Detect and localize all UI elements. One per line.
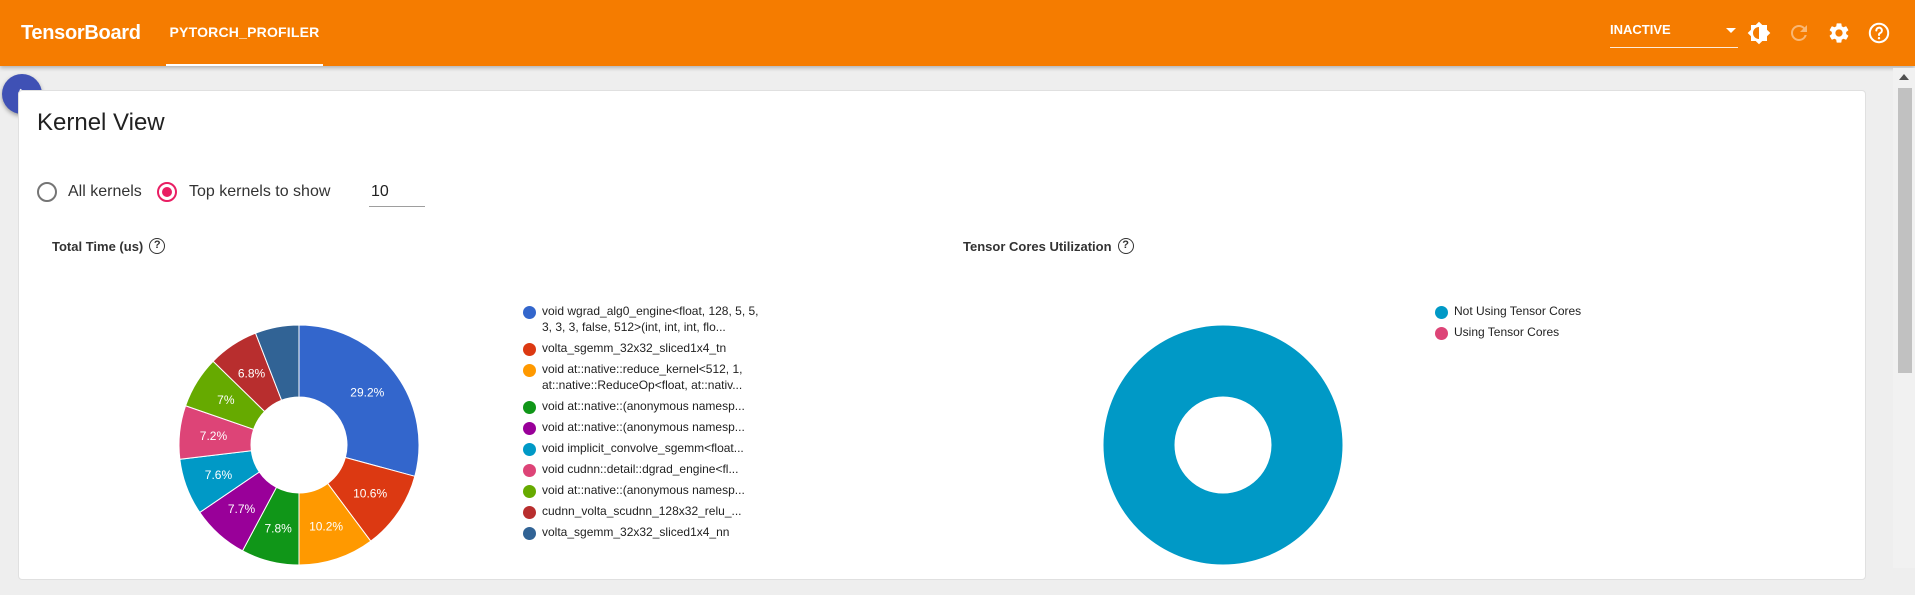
- legend-color-dot: [523, 401, 536, 414]
- legend-color-dot: [523, 306, 536, 319]
- legend-label: void at::native::(anonymous namesp...: [542, 399, 745, 413]
- app-title: TensorBoard: [21, 22, 141, 44]
- top-kernels-input[interactable]: 10: [369, 179, 425, 207]
- legend-color-dot: [1435, 306, 1448, 319]
- slice-label: 29.2%: [350, 386, 384, 400]
- legend-label: Using Tensor Cores: [1454, 325, 1560, 339]
- legend-label: volta_sgemm_32x32_sliced1x4_nn: [542, 525, 730, 539]
- slice-label: 7.7%: [228, 502, 256, 516]
- legend-label: void at::native::(anonymous namesp...: [542, 420, 745, 434]
- chevron-down-icon: [1726, 28, 1736, 33]
- tensor-cores-pie-chart[interactable]: [1073, 295, 1373, 595]
- legend-label: Not Using Tensor Cores: [1454, 304, 1582, 318]
- page-scrollbar[interactable]: [1893, 68, 1915, 568]
- slice-label: 10.6%: [353, 486, 387, 500]
- legend-label: void wgrad_alg0_engine<float, 128, 5, 5,…: [542, 304, 759, 334]
- legend-item[interactable]: void at::native::(anonymous namesp...: [523, 398, 769, 414]
- legend-item[interactable]: cudnn_volta_scudnn_128x32_relu_...: [523, 503, 769, 519]
- top-kernels-radio[interactable]: [157, 182, 177, 202]
- slice-label: 7.2%: [200, 429, 228, 443]
- help-icon[interactable]: ?: [1117, 238, 1134, 254]
- scroll-thumb[interactable]: [1898, 88, 1912, 373]
- legend-color-dot: [523, 364, 536, 377]
- legend-item[interactable]: void at::native::(anonymous namesp...: [523, 419, 769, 435]
- legend-item[interactable]: void at::native::(anonymous namesp...: [523, 482, 769, 498]
- legend-label: void at::native::(anonymous namesp...: [542, 483, 745, 497]
- refresh-icon[interactable]: [1787, 21, 1811, 45]
- legend-item[interactable]: Using Tensor Cores: [1435, 324, 1681, 340]
- pie-slice[interactable]: [1102, 324, 1344, 566]
- total-time-legend: void wgrad_alg0_engine<float, 128, 5, 5,…: [523, 303, 769, 545]
- top-app-bar: TensorBoard PYTORCH_PROFILER INACTIVE: [0, 0, 1915, 66]
- tensor-cores-title: Tensor Cores Utilization: [963, 238, 1112, 254]
- all-kernels-radio[interactable]: [37, 182, 57, 202]
- slice-label: 7%: [217, 393, 235, 407]
- top-kernels-label[interactable]: Top kernels to show: [189, 183, 330, 201]
- legend-color-dot: [1435, 327, 1448, 340]
- legend-item[interactable]: volta_sgemm_32x32_sliced1x4_nn: [523, 524, 769, 540]
- legend-item[interactable]: Not Using Tensor Cores: [1435, 303, 1681, 319]
- total-time-pie-chart[interactable]: 29.2% 10.6% 10.2% 7.8% 7.7% 7.6% 7.2% 7%6.8%: [149, 295, 449, 595]
- legend-color-dot: [523, 464, 536, 477]
- legend-label: void at::native::reduce_kernel<512, 1, a…: [542, 362, 743, 392]
- all-kernels-label[interactable]: All kernels: [68, 183, 142, 201]
- slice-label: 7.8%: [264, 521, 292, 535]
- legend-color-dot: [523, 485, 536, 498]
- slice-label: 10.2%: [309, 520, 343, 534]
- legend-item[interactable]: void cudnn::detail::dgrad_engine<fl...: [523, 461, 769, 477]
- help-icon[interactable]: [1867, 21, 1891, 45]
- run-status-value: INACTIVE: [1610, 22, 1671, 37]
- legend-color-dot: [523, 422, 536, 435]
- legend-item[interactable]: volta_sgemm_32x32_sliced1x4_tn: [523, 340, 769, 356]
- legend-label: void cudnn::detail::dgrad_engine<fl...: [542, 462, 739, 476]
- legend-color-dot: [523, 443, 536, 456]
- legend-item[interactable]: void wgrad_alg0_engine<float, 128, 5, 5,…: [523, 303, 769, 335]
- help-icon[interactable]: ?: [149, 238, 166, 254]
- pie-slice[interactable]: [298, 324, 420, 477]
- kernel-view-card: Kernel View All kernels Top kernels to s…: [18, 90, 1866, 580]
- tensor-cores-legend: Not Using Tensor Cores Using Tensor Cores: [1435, 303, 1681, 345]
- run-status-select[interactable]: INACTIVE: [1610, 22, 1738, 48]
- tab-pytorch-profiler[interactable]: PYTORCH_PROFILER: [166, 0, 323, 66]
- brightness-icon[interactable]: [1747, 21, 1771, 45]
- legend-color-dot: [523, 343, 536, 356]
- legend-item[interactable]: void at::native::reduce_kernel<512, 1, a…: [523, 361, 769, 393]
- slice-label: 7.6%: [205, 468, 233, 482]
- legend-label: volta_sgemm_32x32_sliced1x4_tn: [542, 341, 727, 355]
- tensor-cores-title-row: Tensor Cores Utilization ?: [963, 238, 1134, 254]
- total-time-title: Total Time (us): [52, 238, 144, 254]
- slice-label: 6.8%: [238, 366, 266, 380]
- total-time-title-row: Total Time (us) ?: [52, 238, 166, 254]
- legend-color-dot: [523, 527, 536, 540]
- legend-label: cudnn_volta_scudnn_128x32_relu_...: [542, 504, 742, 518]
- legend-item[interactable]: void implicit_convolve_sgemm<float...: [523, 440, 769, 456]
- scroll-up-arrow-icon[interactable]: [1899, 74, 1909, 80]
- legend-label: void implicit_convolve_sgemm<float...: [542, 441, 744, 455]
- legend-color-dot: [523, 506, 536, 519]
- page-title: Kernel View: [37, 109, 165, 136]
- settings-icon[interactable]: [1827, 21, 1851, 45]
